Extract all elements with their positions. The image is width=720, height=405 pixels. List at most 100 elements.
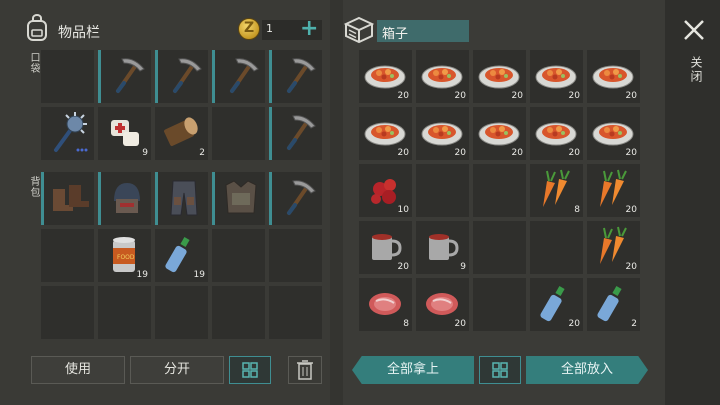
box-slot[interactable]: 8: [530, 164, 583, 217]
box-slot[interactable]: 20: [416, 278, 469, 331]
item-count: 2: [199, 148, 205, 158]
box-slot[interactable]: 20: [416, 107, 469, 160]
pickaxe-icon: [161, 53, 207, 99]
coin-icon: Z: [238, 18, 260, 40]
armor-vest-icon: [218, 175, 264, 221]
box-slot[interactable]: 20: [359, 50, 412, 103]
backpack-slot[interactable]: [269, 286, 322, 339]
item-count: 19: [136, 270, 148, 280]
backpack-slot[interactable]: [41, 229, 94, 282]
box-slot[interactable]: 2: [587, 278, 640, 331]
close-icon: [684, 20, 704, 40]
close-label: 关闭: [689, 56, 703, 84]
coin-amount: 1: [266, 22, 273, 35]
inventory-sort-button[interactable]: [229, 356, 271, 384]
box-name-field[interactable]: 箱子: [377, 20, 469, 42]
pocket-slot[interactable]: [212, 107, 265, 160]
pickaxe-icon: [104, 53, 150, 99]
box-slot[interactable]: 20: [587, 107, 640, 160]
box-slot[interactable]: 20: [359, 221, 412, 274]
backpack-slot[interactable]: [212, 229, 265, 282]
box-slot[interactable]: [473, 164, 526, 217]
backpack-slot[interactable]: [155, 286, 208, 339]
item-count: 20: [625, 91, 637, 101]
backpack-slot[interactable]: [98, 172, 151, 225]
item-count: 20: [625, 148, 637, 158]
box-slot[interactable]: 9: [416, 221, 469, 274]
backpack-slot[interactable]: [98, 286, 151, 339]
box-slot[interactable]: 20: [530, 50, 583, 103]
helmet-icon: [104, 175, 150, 221]
box-slot[interactable]: 20: [587, 164, 640, 217]
item-count: 20: [397, 91, 409, 101]
backpack-slot[interactable]: FOOD 19: [98, 229, 151, 282]
split-button[interactable]: 分开: [130, 356, 224, 384]
item-count: 20: [454, 319, 466, 329]
pocket-slot[interactable]: [98, 50, 151, 103]
item-count: 20: [568, 319, 580, 329]
item-count: 20: [625, 205, 637, 215]
box-slot[interactable]: 20: [530, 107, 583, 160]
pocket-slot[interactable]: 9: [98, 107, 151, 160]
steak-icon: [362, 281, 408, 327]
water-bottle-icon: [590, 281, 636, 327]
pocket-slot[interactable]: [269, 50, 322, 103]
box-slot[interactable]: [530, 221, 583, 274]
put-all-button[interactable]: 全部放入: [526, 356, 648, 384]
boots-icon: [47, 175, 93, 221]
discard-button[interactable]: [288, 356, 322, 384]
backpack-slot[interactable]: [41, 286, 94, 339]
use-button[interactable]: 使用: [31, 356, 125, 384]
mug-icon: [419, 224, 465, 270]
backpack-slot[interactable]: [269, 229, 322, 282]
svg-text:FOOD: FOOD: [117, 254, 135, 261]
close-button[interactable]: [682, 18, 706, 42]
pocket-slot[interactable]: [155, 50, 208, 103]
item-count: 20: [454, 148, 466, 158]
box-slot[interactable]: 20: [473, 107, 526, 160]
backpack-slot[interactable]: [155, 172, 208, 225]
pocket-slot[interactable]: [41, 50, 94, 103]
box-slot[interactable]: 20: [530, 278, 583, 331]
pocket-slot[interactable]: [269, 107, 322, 160]
box-slot[interactable]: 20: [587, 50, 640, 103]
take-all-label: 全部拿上: [386, 362, 439, 377]
box-title: 箱子: [382, 27, 409, 42]
box-icon: [344, 16, 374, 44]
box-slot[interactable]: 20: [416, 50, 469, 103]
pickaxe-icon: [275, 110, 321, 156]
box-slot[interactable]: 10: [359, 164, 412, 217]
pocket-slot[interactable]: [212, 50, 265, 103]
item-count: 20: [568, 91, 580, 101]
backpack-icon: [24, 14, 50, 42]
pocket-slot[interactable]: 2: [155, 107, 208, 160]
backpack-slot[interactable]: [41, 172, 94, 225]
box-slot[interactable]: [416, 164, 469, 217]
pocket-label: 口袋: [28, 52, 39, 74]
box-sort-button[interactable]: [479, 356, 521, 384]
box-slot[interactable]: 20: [473, 50, 526, 103]
item-count: 20: [625, 262, 637, 272]
take-all-button[interactable]: 全部拿上: [352, 356, 474, 384]
item-count: 20: [511, 148, 523, 158]
backpack-slot[interactable]: [212, 286, 265, 339]
box-slot[interactable]: 20: [359, 107, 412, 160]
item-count: 20: [511, 91, 523, 101]
add-coins-button[interactable]: +: [300, 16, 318, 42]
box-slot[interactable]: 8: [359, 278, 412, 331]
box-slot[interactable]: [473, 278, 526, 331]
pocket-slot[interactable]: [41, 107, 94, 160]
backpack-slot[interactable]: 19: [155, 229, 208, 282]
item-count: 20: [568, 148, 580, 158]
box-slot[interactable]: [473, 221, 526, 274]
backpack-slot[interactable]: [212, 172, 265, 225]
backpack-slot[interactable]: [269, 172, 322, 225]
grid-sort-icon: [242, 362, 258, 378]
item-count: 20: [397, 148, 409, 158]
trash-icon: [297, 360, 313, 380]
item-count: 20: [454, 91, 466, 101]
pickaxe-icon: [275, 53, 321, 99]
log-icon: [158, 110, 204, 156]
box-slot[interactable]: 20: [587, 221, 640, 274]
item-count: 8: [574, 205, 580, 215]
